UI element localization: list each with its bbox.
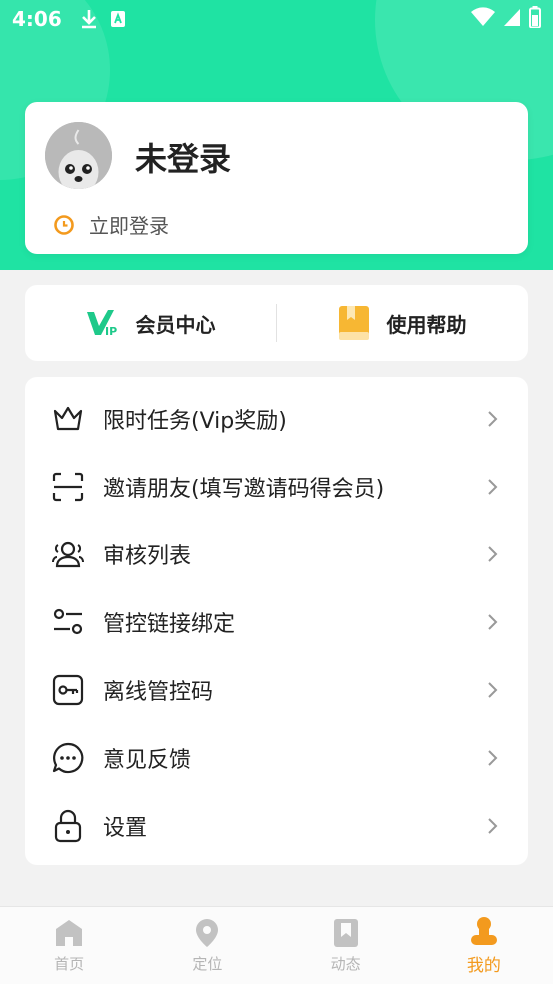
menu-item-settings[interactable]: 设置 xyxy=(25,792,528,860)
signal-icon xyxy=(503,7,521,32)
scan-icon xyxy=(51,470,85,504)
status-bar: 4:06 xyxy=(0,0,553,38)
app-notification-icon xyxy=(110,10,126,28)
home-icon xyxy=(56,920,83,946)
chevron-right-icon xyxy=(488,614,498,630)
nav-label: 首页 xyxy=(54,955,85,973)
menu-item-link-binding[interactable]: 管控链接绑定 xyxy=(25,588,528,656)
profile-card[interactable]: 未登录 立即登录 xyxy=(25,102,528,254)
chevron-right-icon xyxy=(488,682,498,698)
person-icon xyxy=(470,917,497,945)
crown-icon xyxy=(51,402,85,436)
battery-icon xyxy=(529,5,541,33)
nav-label: 定位 xyxy=(192,955,223,973)
chevron-right-icon xyxy=(488,411,498,427)
profile-title: 未登录 xyxy=(135,140,232,178)
location-icon xyxy=(196,919,219,947)
vip-center-button[interactable]: IP 会员中心 xyxy=(25,285,276,361)
menu-label: 管控链接绑定 xyxy=(103,612,236,638)
lock-icon xyxy=(51,809,85,843)
clock-icon xyxy=(54,214,74,235)
bookmark-icon xyxy=(333,919,358,947)
login-label: 立即登录 xyxy=(89,214,169,238)
menu-label: 离线管控码 xyxy=(103,680,214,706)
menu-item-feedback[interactable]: 意见反馈 xyxy=(25,724,528,792)
vip-center-label: 会员中心 xyxy=(135,312,216,337)
book-icon xyxy=(338,306,369,340)
chat-icon xyxy=(51,741,85,775)
chevron-right-icon xyxy=(488,750,498,766)
menu-label: 意见反馈 xyxy=(103,747,192,773)
menu-item-limited-task[interactable]: 限时任务(Vip奖励) xyxy=(25,385,528,453)
chevron-right-icon xyxy=(488,478,498,495)
menu-label: 设置 xyxy=(103,815,148,841)
chevron-right-icon xyxy=(488,817,498,834)
svg-text:IP: IP xyxy=(105,325,117,337)
toggle-settings-icon xyxy=(51,605,85,639)
download-icon xyxy=(80,9,98,29)
nav-activity[interactable]: 动态 xyxy=(277,907,415,984)
vip-icon: IP xyxy=(86,310,117,337)
wifi-icon xyxy=(471,6,495,32)
help-button[interactable]: 使用帮助 xyxy=(277,285,528,361)
quick-links-card: IP 会员中心 使用帮助 xyxy=(25,285,528,361)
menu-item-review-list[interactable]: 审核列表 xyxy=(25,521,528,589)
menu-item-invite-friends[interactable]: 邀请朋友(填写邀请码得会员) xyxy=(25,453,528,521)
nav-label: 我的 xyxy=(466,956,501,976)
menu-label: 限时任务(Vip奖励) xyxy=(103,408,287,434)
avatar[interactable] xyxy=(45,122,112,189)
users-icon xyxy=(51,537,85,571)
nav-location[interactable]: 定位 xyxy=(138,907,276,984)
login-link[interactable]: 立即登录 xyxy=(53,210,169,239)
menu-item-offline-code[interactable]: 离线管控码 xyxy=(25,656,528,724)
menu-card: 限时任务(Vip奖励) 邀请朋友(填写邀请码得会员) 审核列表 管控链接绑定 离… xyxy=(25,377,528,865)
bottom-navigation: 首页 定位 动态 我的 xyxy=(0,906,553,984)
nav-mine[interactable]: 我的 xyxy=(415,907,553,984)
chevron-right-icon xyxy=(488,546,498,563)
nav-label: 动态 xyxy=(330,955,361,973)
help-label: 使用帮助 xyxy=(386,312,467,337)
status-time: 4:06 xyxy=(12,7,62,31)
key-icon xyxy=(51,673,85,707)
nav-home[interactable]: 首页 xyxy=(0,907,138,984)
menu-label: 邀请朋友(填写邀请码得会员) xyxy=(103,476,385,502)
menu-label: 审核列表 xyxy=(103,544,192,570)
